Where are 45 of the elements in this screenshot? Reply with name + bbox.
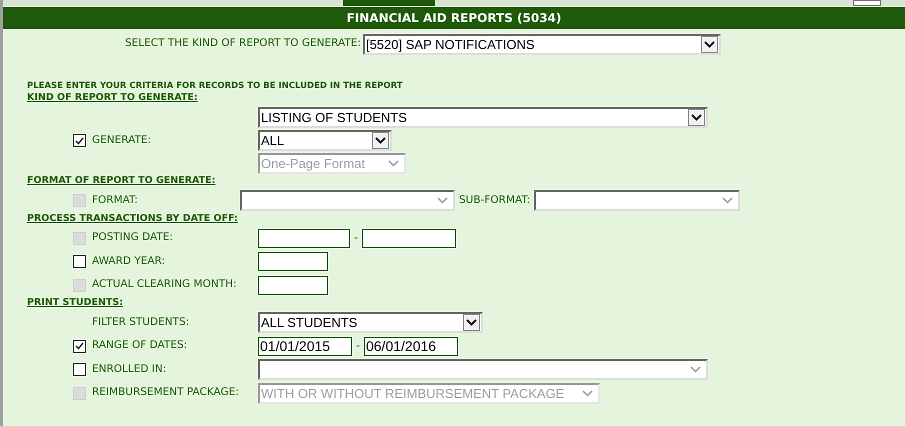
input-field[interactable]: [258, 276, 328, 295]
field-label: FILTER STUDENTS:: [92, 314, 190, 330]
section-heading: KIND OF REPORT TO GENERATE:: [27, 92, 199, 104]
chevron-down-icon: [691, 114, 702, 121]
checkbox[interactable]: [73, 134, 86, 147]
chevron-down-icon: [722, 197, 734, 204]
section-heading: FORMAT OF REPORT TO GENERATE:: [27, 175, 216, 187]
field-label: POSTING DATE:: [92, 230, 173, 246]
input-field[interactable]: 01/01/2015: [258, 336, 352, 356]
report-kind-label: SELECT THE KIND OF REPORT TO GENERATE:: [125, 36, 361, 52]
checkbox[interactable]: [73, 340, 86, 353]
section-heading: PRINT STUDENTS:: [27, 297, 124, 309]
field-label: SUB-FORMAT:: [459, 192, 530, 208]
field-label: GENERATE:: [92, 132, 152, 148]
checkmark-icon: [75, 342, 84, 350]
chevron-down-icon: [704, 40, 715, 48]
chevron-down-icon: [388, 160, 399, 167]
input-field[interactable]: [258, 252, 328, 272]
chevron-down-icon: [466, 319, 477, 326]
field-label: RANGE OF DATES:: [92, 338, 188, 354]
instructions-text: PLEASE ENTER YOUR CRITERIA FOR RECORDS TO BE INCLUDED IN THE REPORT: [27, 81, 404, 92]
chevron-down-icon: [437, 197, 448, 204]
report-kind-select[interactable]: [5520] SAP NOTIFICATIONS: [362, 34, 721, 54]
chevron-down-icon: [375, 137, 386, 144]
field-label: FORMAT:: [92, 192, 138, 208]
field-label: ACTUAL CLEARING MONTH:: [92, 277, 237, 292]
range-dash: -: [354, 230, 358, 246]
field-label: REIMBURSEMENT PACKAGE:: [92, 385, 239, 400]
input-field[interactable]: [258, 228, 350, 248]
page-title: FINANCIAL AID REPORTS (5034): [346, 10, 562, 27]
checkbox[interactable]: [73, 363, 86, 376]
dropdown-select[interactable]: ALL: [258, 130, 392, 151]
dropdown-select[interactable]: LISTING OF STUDENTS: [258, 107, 708, 128]
field-label: AWARD YEAR:: [92, 254, 166, 269]
checkmark-icon: [75, 136, 84, 144]
dropdown-select[interactable]: ALL STUDENTS: [258, 312, 483, 334]
field-label: ENROLLED IN:: [92, 362, 166, 377]
input-field[interactable]: [362, 228, 456, 248]
range-dash: -: [356, 338, 360, 354]
checkbox[interactable]: [73, 255, 86, 268]
section-heading: PROCESS TRANSACTIONS BY DATE OFF:: [27, 212, 239, 224]
chevron-down-icon: [582, 390, 593, 397]
input-field[interactable]: 06/01/2016: [364, 336, 458, 356]
chevron-down-icon: [690, 366, 701, 374]
dropdown-select[interactable]: [258, 359, 708, 380]
